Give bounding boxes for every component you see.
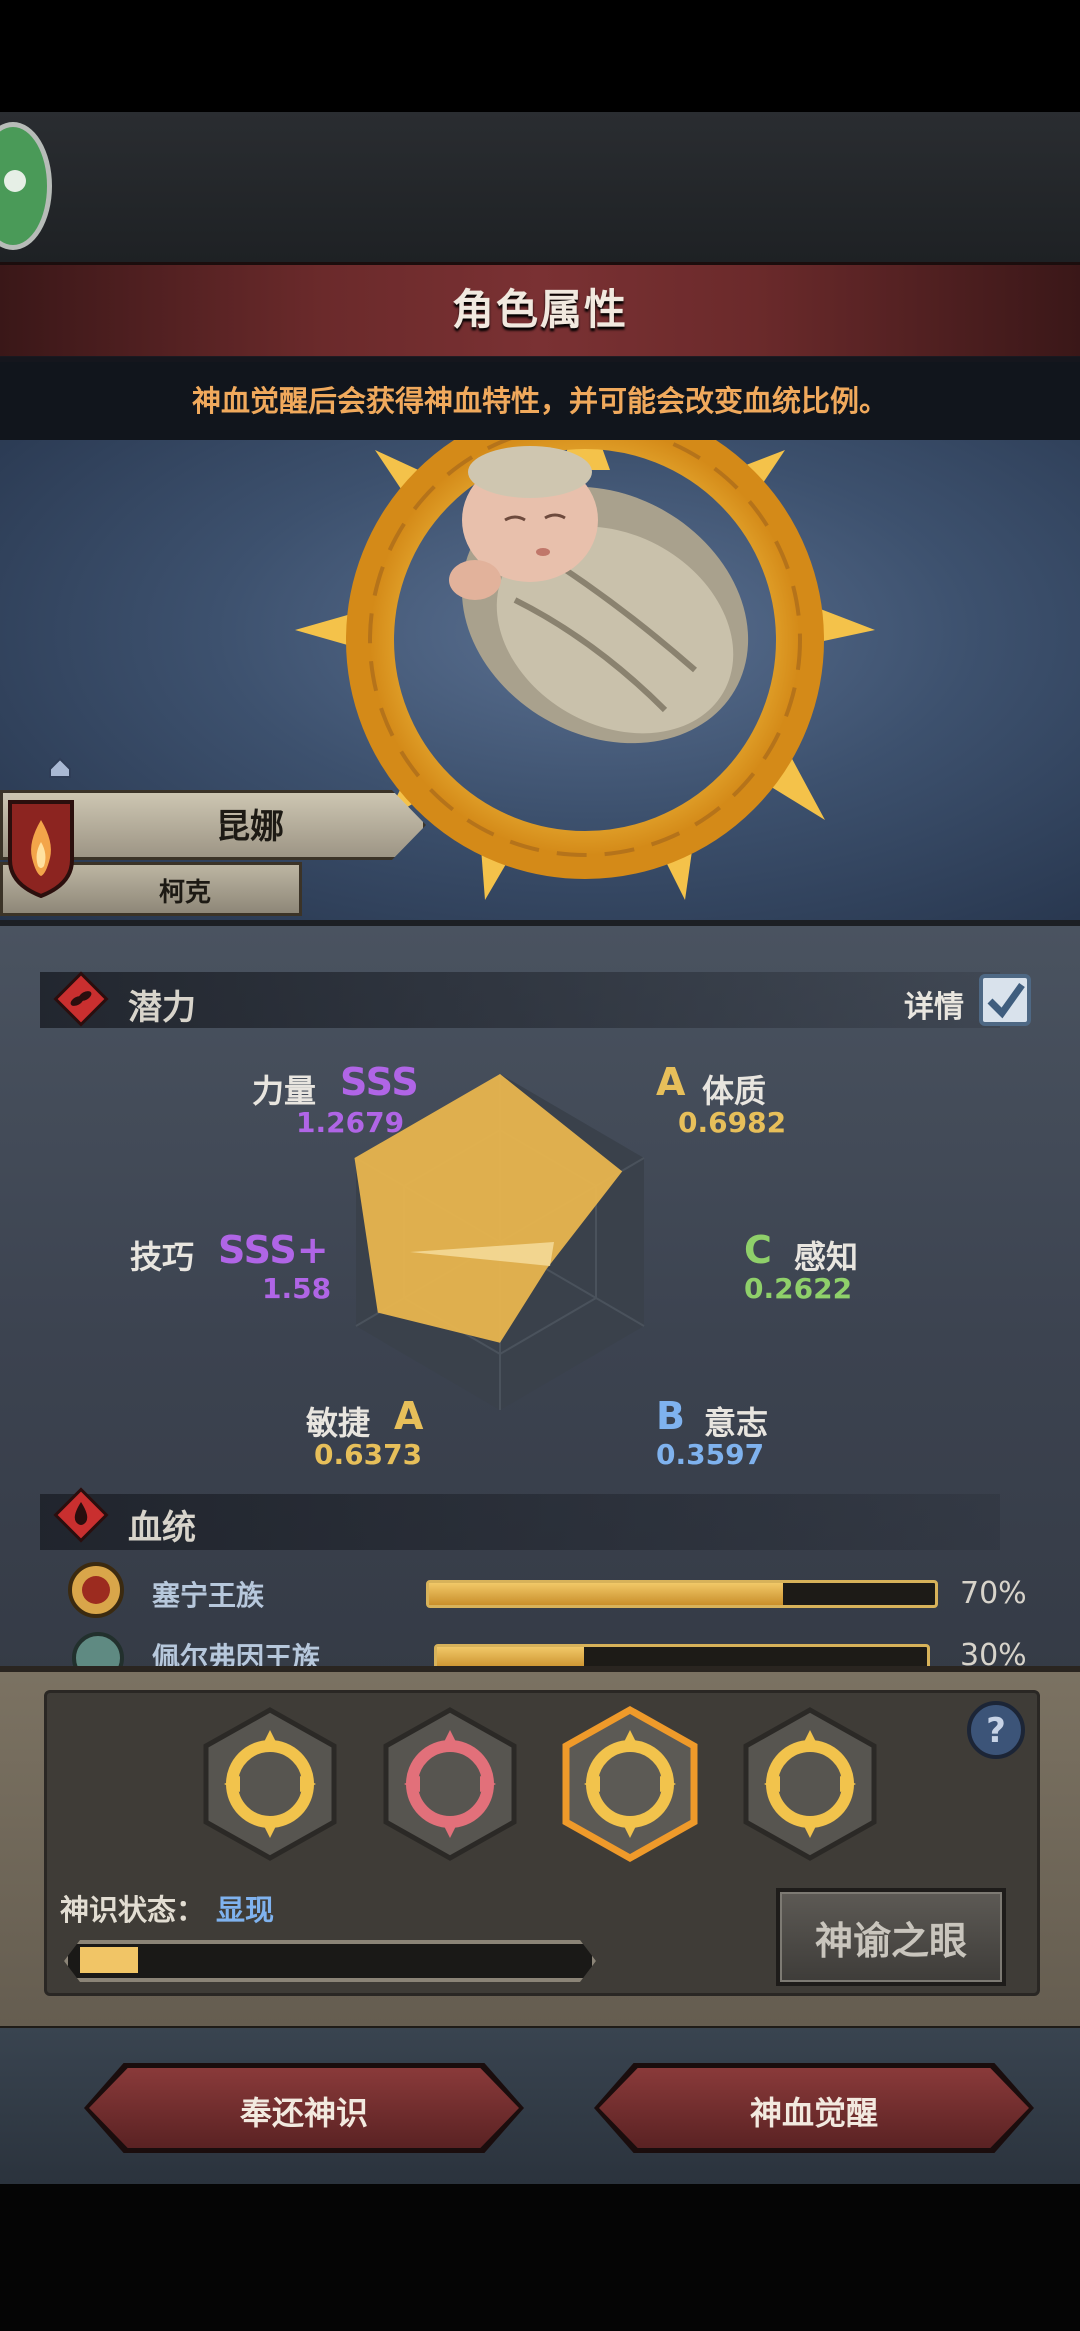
fire-crest-icon [8,800,74,898]
chat-icon [4,170,26,192]
rank-icon [49,757,71,778]
svg-text:?: ? [986,1711,1006,1751]
potential-icon [53,971,109,1027]
awaken-progress-fill [80,1947,138,1973]
stat-grade-5: SSS+ [218,1228,329,1272]
character-name: 昆娜 [216,807,284,847]
godhood-slot-1[interactable] [200,1706,340,1862]
stat-value-3: 0.3597 [656,1438,765,1471]
family-name: 柯克 [158,878,211,908]
lineage-bar-0 [426,1580,938,1608]
potential-label: 潜力 [128,988,196,1028]
stat-grade-2: C [744,1228,772,1272]
awaken-state-label: 神识状态： [60,1893,206,1927]
status-bar-area [0,0,1080,112]
lineage-name-0: 塞宁王族 [152,1579,265,1612]
awaken-state-value: 显现 [216,1893,275,1927]
stat-value-5: 1.58 [262,1272,332,1305]
awaken-progress-track [64,1940,596,1982]
lineage-bar-fill-0 [429,1583,784,1605]
stat-grade-0: SSS [340,1060,419,1104]
stat-grade-4: A [394,1394,424,1438]
return-divinity-label: 奉还神识 [239,2094,368,2132]
top-band [0,112,1080,262]
detail-checkbox[interactable] [978,973,1032,1027]
notice-text: 神血觉醒后会获得神血特性，并可能会改变血统比例。 [191,384,888,418]
page-title: 角色属性 [451,285,628,334]
lineage-percent-0: 70% [960,1576,1027,1611]
stat-name-5: 技巧 [130,1238,195,1276]
stat-value-2: 0.2622 [744,1272,853,1305]
stat-value-4: 0.6373 [314,1438,423,1471]
godhood-slot-2[interactable] [380,1706,520,1862]
question-icon[interactable]: ? [966,1700,1026,1760]
blood-drop-icon [53,1487,109,1543]
blood-awaken-label: 神血觉醒 [749,2094,878,2132]
stat-value-1: 0.6982 [678,1106,787,1139]
lineage-label: 血统 [128,1508,196,1548]
stat-grade-1: A [656,1060,686,1104]
detail-label: 详情 [904,990,964,1025]
godhood-slot-3-selected[interactable] [560,1706,700,1862]
stat-grade-3: B [656,1394,685,1438]
oracle-eye-label: 神谕之眼 [814,1919,967,1963]
bottom-nav-area [0,2184,1080,2331]
godhood-slot-4[interactable] [740,1706,880,1862]
senin-royal-crest-icon [68,1562,124,1618]
stat-value-0: 1.2679 [296,1106,405,1139]
